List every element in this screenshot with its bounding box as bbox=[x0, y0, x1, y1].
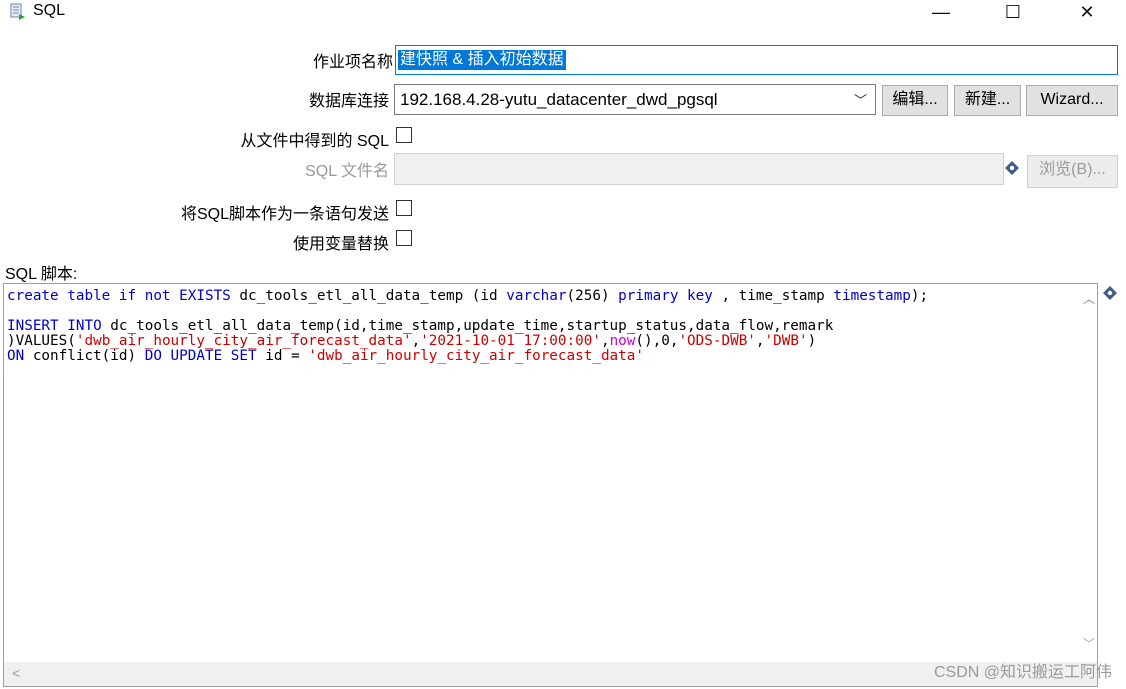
sql-from-file-checkbox[interactable] bbox=[396, 127, 412, 143]
scroll-down-icon[interactable]: ﹀ bbox=[1083, 635, 1095, 652]
code-token: '2021-10-01 17:00:00' bbox=[420, 333, 601, 349]
connection-select[interactable]: 192.168.4.28-yutu_datacenter_dwd_pgsql ﹀ bbox=[394, 84, 876, 115]
variable-substitution-checkbox[interactable] bbox=[396, 230, 412, 246]
step-name-value: 建快照 & 插入初始数据 bbox=[398, 50, 566, 70]
code-token: , bbox=[411, 333, 421, 349]
sql-script-label: SQL 脚本: bbox=[5, 266, 78, 283]
code-token: 'DWB' bbox=[764, 333, 808, 349]
step-name-input[interactable]: 建快照 & 插入初始数据 bbox=[395, 45, 1118, 75]
chevron-down-icon: ﹀ bbox=[853, 93, 867, 108]
code-token: create table if not EXISTS bbox=[7, 288, 231, 304]
edit-connection-button[interactable]: 编辑... bbox=[882, 85, 948, 116]
close-button[interactable]: ✕ bbox=[1064, 0, 1110, 26]
code-token: INSERT INTO bbox=[7, 318, 102, 334]
new-connection-button[interactable]: 新建... bbox=[954, 85, 1021, 116]
code-token: timestamp bbox=[833, 288, 911, 304]
code-token: ); bbox=[910, 288, 929, 304]
title-bar: SQL — ☐ ✕ bbox=[0, 0, 1126, 26]
send-single-statement-checkbox[interactable] bbox=[396, 200, 412, 216]
code-token: (),0, bbox=[635, 333, 679, 349]
code-token: )VALUES( bbox=[7, 333, 76, 349]
scroll-left-icon[interactable]: < bbox=[12, 665, 20, 681]
sql-code: create table if not EXISTS dc_tools_etl_… bbox=[7, 289, 928, 364]
code-token: DO UPDATE SET bbox=[144, 348, 257, 364]
connection-label: 数据库连接 bbox=[308, 93, 389, 110]
variable-substitution-label: 使用变量替换 bbox=[292, 236, 389, 253]
send-single-statement-label: 将SQL脚本作为一条语句发送 bbox=[180, 206, 389, 223]
variable-diamond-icon[interactable] bbox=[1005, 161, 1019, 175]
code-token: (256) bbox=[566, 288, 619, 304]
wizard-button[interactable]: Wizard... bbox=[1026, 85, 1118, 116]
sql-app-icon bbox=[10, 3, 25, 20]
sql-filename-input[interactable] bbox=[394, 153, 1004, 185]
step-name-label: 作业项名称 bbox=[312, 54, 393, 71]
code-token: dc_tools_etl_all_data_temp (id bbox=[230, 288, 507, 304]
code-token: conflict(id) bbox=[24, 348, 145, 364]
code-token: ) bbox=[807, 333, 817, 349]
sql-filename-label: SQL 文件名 bbox=[305, 163, 389, 180]
code-token: ON bbox=[7, 348, 25, 364]
code-token: varchar bbox=[506, 288, 567, 304]
code-token: 'ODS-DWB' bbox=[678, 333, 756, 349]
code-token: , time_stamp bbox=[712, 288, 834, 304]
sql-from-file-label: 从文件中得到的 SQL bbox=[240, 133, 389, 150]
window-title: SQL bbox=[33, 2, 66, 19]
code-token: now bbox=[609, 333, 636, 349]
code-token: 'dwb_air_hourly_city_air_forecast_data' bbox=[308, 348, 644, 364]
code-token: 'dwb_air_hourly_city_air_forecast_data' bbox=[75, 333, 412, 349]
watermark: CSDN @知识搬运工阿伟 bbox=[933, 664, 1112, 681]
variable-diamond-icon[interactable] bbox=[1103, 286, 1117, 300]
code-token: id = bbox=[256, 348, 309, 364]
code-token: , bbox=[755, 333, 765, 349]
browse-button[interactable]: 浏览(B)... bbox=[1027, 155, 1118, 188]
code-token: dc_tools_etl_all_data_temp(id,time_stamp… bbox=[101, 318, 834, 334]
scroll-up-icon[interactable]: ︿ bbox=[1083, 290, 1095, 307]
minimize-button[interactable]: — bbox=[918, 0, 964, 26]
code-token: primary key bbox=[618, 288, 713, 304]
sql-script-editor[interactable]: create table if not EXISTS dc_tools_etl_… bbox=[3, 283, 1098, 687]
maximize-button[interactable]: ☐ bbox=[990, 0, 1036, 26]
code-token: , bbox=[600, 333, 610, 349]
connection-value: 192.168.4.28-yutu_datacenter_dwd_pgsql bbox=[400, 90, 718, 109]
